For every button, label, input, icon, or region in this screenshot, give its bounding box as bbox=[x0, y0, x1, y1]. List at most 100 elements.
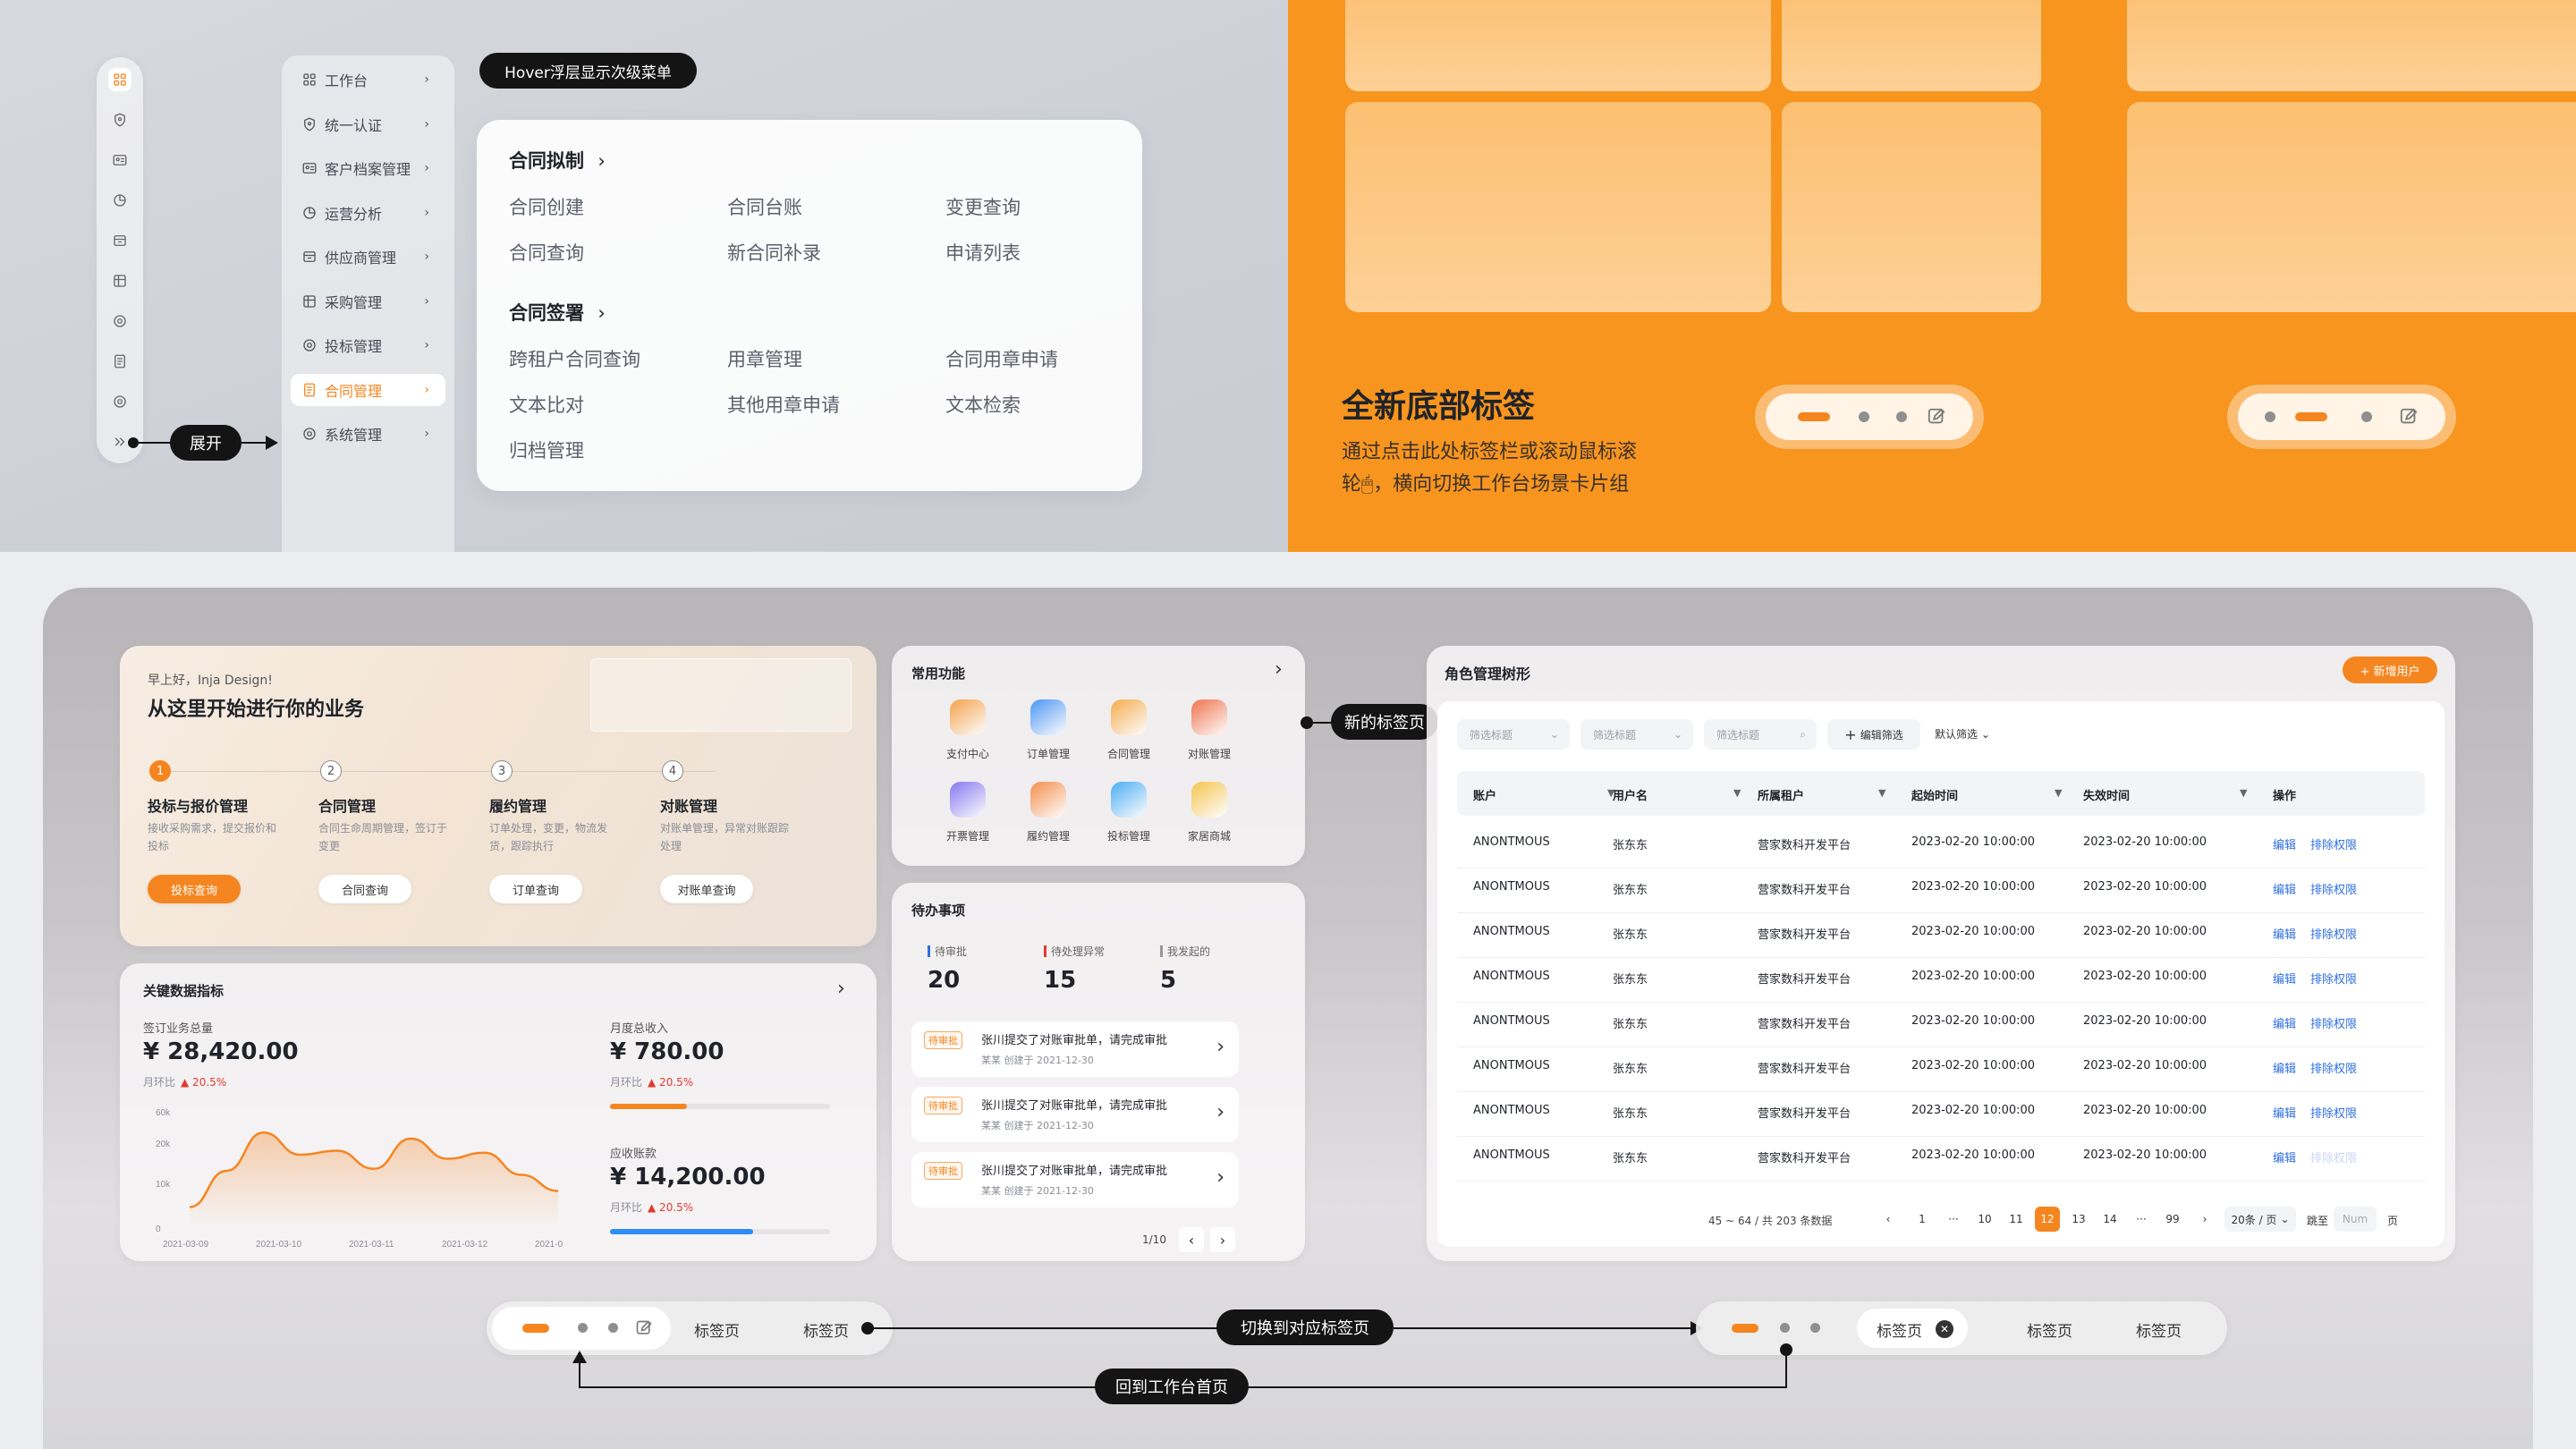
submenu-item[interactable]: 文本比对 bbox=[509, 391, 584, 418]
filter-search[interactable]: 筛选标题 ⌕ bbox=[1704, 719, 1817, 750]
app-icon[interactable] bbox=[1191, 699, 1227, 735]
active-tab-indicator[interactable] bbox=[2295, 412, 2327, 421]
submenu-item[interactable]: 申请列表 bbox=[945, 239, 1021, 266]
app-label[interactable]: 开票管理 bbox=[928, 828, 1008, 843]
filter-icon[interactable]: ▼ bbox=[2055, 787, 2062, 799]
page-number[interactable]: ··· bbox=[2129, 1207, 2154, 1232]
column-header[interactable]: 用户名 bbox=[1613, 786, 1648, 803]
sidebar-item[interactable]: 投标管理 › bbox=[291, 329, 445, 361]
edit-link[interactable]: 编辑 bbox=[2273, 880, 2296, 897]
stat-value[interactable]: 20 bbox=[928, 967, 960, 994]
edit-link[interactable]: 编辑 bbox=[2273, 1104, 2296, 1121]
column-header[interactable]: 操作 bbox=[2273, 786, 2296, 803]
page-number[interactable]: ··· bbox=[1941, 1207, 1966, 1232]
page-number[interactable]: 11 bbox=[2004, 1207, 2029, 1232]
submenu-group-title[interactable]: 合同签署 › bbox=[509, 299, 606, 326]
sidebar-item[interactable]: 供应商管理 › bbox=[291, 241, 445, 273]
todo-item[interactable]: 待审批 张川提交了对账审批单，请完成审批 某某 创建于 2021-12-30 › bbox=[911, 1021, 1239, 1077]
column-header[interactable]: 起始时间 bbox=[1911, 786, 1958, 803]
step-query-button[interactable]: 对账单查询 bbox=[660, 875, 753, 903]
app-icon[interactable] bbox=[1030, 699, 1066, 735]
submenu-item[interactable]: 其他用章申请 bbox=[727, 391, 840, 418]
submenu-item[interactable]: 合同用章申请 bbox=[945, 345, 1058, 372]
workbench-tab[interactable] bbox=[492, 1307, 671, 1350]
tab-dot[interactable] bbox=[608, 1323, 618, 1333]
filter-icon[interactable]: ▼ bbox=[1878, 787, 1885, 799]
edit-link[interactable]: 编辑 bbox=[2273, 835, 2296, 852]
edit-link[interactable]: 编辑 bbox=[2273, 1014, 2296, 1031]
app-icon[interactable] bbox=[1111, 782, 1147, 818]
target-icon[interactable] bbox=[108, 309, 131, 333]
apps-icon[interactable] bbox=[108, 68, 131, 91]
submenu-item[interactable]: 归档管理 bbox=[509, 436, 584, 463]
tab-dot[interactable] bbox=[2265, 411, 2275, 422]
sidebar-item[interactable]: 工作台 › bbox=[291, 64, 445, 96]
submenu-item[interactable]: 跨租户合同查询 bbox=[509, 345, 640, 372]
tab-dot[interactable] bbox=[1780, 1323, 1790, 1333]
exclude-permission-link[interactable]: 排除权限 bbox=[2310, 835, 2357, 852]
column-header[interactable]: 所属租户 bbox=[1758, 786, 1804, 803]
tab-dot[interactable] bbox=[1810, 1323, 1820, 1333]
submenu-group-title[interactable]: 合同拟制 › bbox=[509, 147, 606, 174]
chevron-right-icon[interactable]: › bbox=[837, 978, 845, 1000]
active-tab[interactable]: 标签页 ✕ bbox=[1857, 1309, 1968, 1348]
column-header[interactable]: 账户 bbox=[1473, 786, 1496, 803]
sidebar-item[interactable]: 采购管理 › bbox=[291, 285, 445, 318]
active-tab-indicator[interactable] bbox=[522, 1324, 549, 1333]
workbench-tab-bar[interactable]: 标签页 标签页 bbox=[487, 1301, 893, 1355]
tab-dot[interactable] bbox=[1859, 411, 1869, 422]
workbench-tab-bar[interactable]: 标签页 ✕ 标签页 标签页 bbox=[1696, 1301, 2227, 1355]
exclude-permission-link[interactable]: 排除权限 bbox=[2310, 1148, 2357, 1165]
page-number[interactable]: 10 bbox=[1972, 1207, 1997, 1232]
prev-page-button[interactable]: ‹ bbox=[1179, 1227, 1204, 1252]
page-number[interactable]: 13 bbox=[2066, 1207, 2091, 1232]
app-icon[interactable] bbox=[1191, 782, 1227, 818]
submenu-item[interactable]: 变更查询 bbox=[945, 193, 1021, 220]
active-tab-indicator[interactable] bbox=[1732, 1324, 1758, 1333]
shield-icon[interactable] bbox=[108, 108, 131, 131]
app-label[interactable]: 履约管理 bbox=[1008, 828, 1089, 843]
edit-link[interactable]: 编辑 bbox=[2273, 1148, 2296, 1165]
document-icon[interactable] bbox=[108, 350, 131, 373]
gear-icon[interactable] bbox=[108, 390, 131, 413]
tab-label[interactable]: 标签页 bbox=[2027, 1318, 2072, 1341]
prev-page-button[interactable]: ‹ bbox=[1876, 1207, 1901, 1232]
app-icon[interactable] bbox=[1111, 699, 1147, 735]
submenu-item[interactable]: 新合同补录 bbox=[727, 239, 821, 266]
page-number[interactable]: 14 bbox=[2097, 1207, 2123, 1232]
exclude-permission-link[interactable]: 排除权限 bbox=[2310, 880, 2357, 897]
app-label[interactable]: 支付中心 bbox=[928, 746, 1008, 761]
submenu-item[interactable]: 合同创建 bbox=[509, 193, 584, 220]
filter-select[interactable]: 筛选标题 ⌄ bbox=[1457, 719, 1570, 750]
stat-value[interactable]: 5 bbox=[1160, 967, 1176, 994]
bottom-tab-bar[interactable] bbox=[2227, 385, 2456, 449]
submenu-item[interactable]: 用章管理 bbox=[727, 345, 802, 372]
todo-item[interactable]: 待审批 张川提交了对账审批单，请完成审批 某某 创建于 2021-12-30 › bbox=[911, 1087, 1239, 1142]
exclude-permission-link[interactable]: 排除权限 bbox=[2310, 1059, 2357, 1076]
app-icon[interactable] bbox=[950, 699, 986, 735]
app-label[interactable]: 家居商城 bbox=[1169, 828, 1250, 843]
exclude-permission-link[interactable]: 排除权限 bbox=[2310, 925, 2357, 942]
tab-label[interactable]: 标签页 bbox=[1877, 1318, 1922, 1341]
exclude-permission-link[interactable]: 排除权限 bbox=[2310, 1104, 2357, 1121]
tab-label[interactable]: 标签页 bbox=[694, 1318, 740, 1341]
sidebar-item[interactable]: 系统管理 › bbox=[291, 418, 445, 450]
exclude-permission-link[interactable]: 排除权限 bbox=[2310, 970, 2357, 987]
active-tab-indicator[interactable] bbox=[1798, 412, 1830, 421]
next-page-button[interactable]: › bbox=[1210, 1227, 1235, 1252]
submenu-item[interactable]: 文本检索 bbox=[945, 391, 1021, 418]
edit-icon[interactable] bbox=[635, 1319, 653, 1337]
sidebar-item[interactable]: 统一认证 › bbox=[291, 108, 445, 140]
filter-icon[interactable]: ▼ bbox=[2240, 787, 2247, 799]
sidebar-item[interactable]: 客户档案管理 › bbox=[291, 152, 445, 184]
jump-page-input[interactable]: Num bbox=[2334, 1207, 2377, 1232]
tab-label[interactable]: 标签页 bbox=[803, 1318, 849, 1341]
edit-filter-button[interactable]: + 编辑筛选 bbox=[1827, 719, 1920, 750]
store-icon[interactable] bbox=[108, 269, 131, 292]
app-icon[interactable] bbox=[950, 782, 986, 818]
edit-link[interactable]: 编辑 bbox=[2273, 925, 2296, 942]
tab-dot[interactable] bbox=[2361, 411, 2372, 422]
page-number[interactable]: 12 bbox=[2035, 1207, 2060, 1232]
app-label[interactable]: 对账管理 bbox=[1169, 746, 1250, 761]
page-number[interactable]: 1 bbox=[1910, 1207, 1935, 1232]
